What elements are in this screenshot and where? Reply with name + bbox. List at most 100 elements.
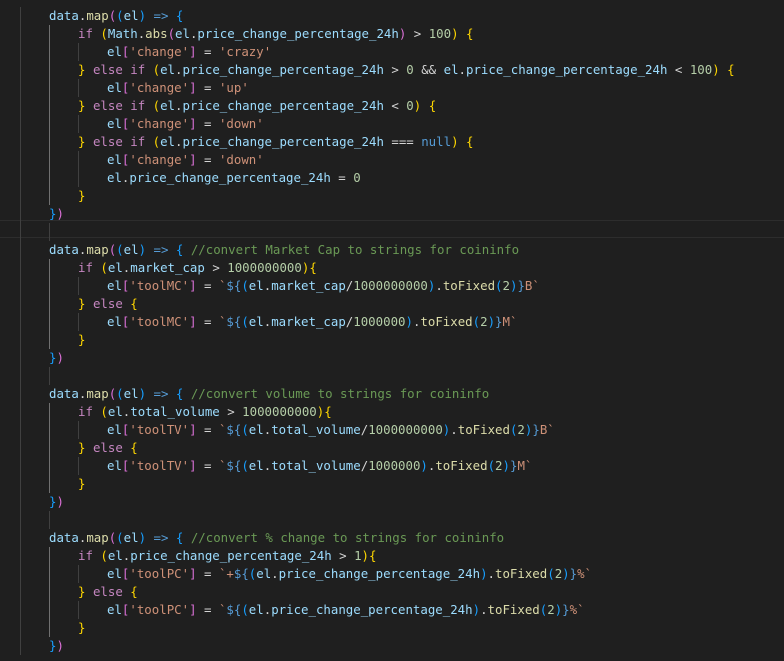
code-line[interactable]: el.price_change_percentage_24h = 0 [0, 169, 784, 187]
code-token: . [458, 62, 466, 77]
code-line[interactable]: if (el.total_volume > 1000000000){ [0, 403, 784, 421]
code-token: 2 [547, 602, 555, 617]
code-line[interactable]: el['change'] = 'down' [0, 115, 784, 133]
code-token: data [49, 386, 79, 401]
code-token: ] [189, 44, 197, 59]
code-token: < [667, 62, 690, 77]
code-line[interactable]: data.map((el) => { //convert Market Cap … [0, 241, 784, 259]
code-text: if (Math.abs(el.price_change_percentage_… [78, 25, 474, 43]
code-line[interactable]: } [0, 475, 784, 493]
code-token: ] [189, 458, 197, 473]
code-token: = [330, 170, 354, 185]
code-token: 'crazy' [218, 44, 272, 59]
code-line[interactable]: } [0, 619, 784, 637]
code-line[interactable] [0, 367, 784, 385]
code-text: el['change'] = 'down' [107, 115, 264, 133]
code-editor[interactable]: data.map((el) => {if (Math.abs(el.price_… [0, 0, 784, 661]
code-token: ( [241, 422, 249, 437]
indent-guide [49, 295, 50, 313]
code-line[interactable]: el['change'] = 'down' [0, 151, 784, 169]
code-token: ( [241, 278, 249, 293]
code-token: price_change_percentage_24h [182, 62, 384, 77]
code-token: B` [524, 278, 540, 293]
code-line[interactable]: el['change'] = 'crazy' [0, 43, 784, 61]
indent-guide [78, 457, 79, 475]
code-token: = [196, 566, 219, 581]
code-line[interactable]: if (el.market_cap > 1000000000){ [0, 259, 784, 277]
code-token: el [107, 170, 122, 185]
code-lines[interactable]: data.map((el) => {if (Math.abs(el.price_… [0, 7, 784, 655]
code-text: } else { [78, 295, 138, 313]
code-line[interactable]: data.map((el) => { //convert % change to… [0, 529, 784, 547]
code-line[interactable]: el['toolTV'] = `${(el.total_volume/10000… [0, 457, 784, 475]
code-line[interactable]: } else if (el.price_change_percentage_24… [0, 97, 784, 115]
code-token: ( [152, 134, 161, 149]
code-token: ) [138, 242, 147, 257]
indent-guide [49, 25, 50, 43]
indent-guide [49, 313, 50, 331]
code-token: ${ [233, 566, 249, 581]
code-token: 'toolMC' [129, 278, 190, 293]
code-token: 2 [502, 278, 510, 293]
code-line[interactable]: if (Math.abs(el.price_change_percentage_… [0, 25, 784, 43]
indent-guide [20, 493, 21, 511]
code-line[interactable]: data.map((el) => { [0, 7, 784, 25]
indent-guide [20, 313, 21, 331]
code-line[interactable]: } [0, 331, 784, 349]
code-line[interactable]: el['toolPC'] = `${(el.price_change_perce… [0, 601, 784, 619]
indent-guide [20, 7, 21, 25]
code-token: . [487, 566, 495, 581]
code-line[interactable]: } [0, 187, 784, 205]
code-token: => [153, 8, 169, 23]
code-token: = [196, 44, 219, 59]
code-line[interactable]: } else { [0, 439, 784, 457]
code-token: === [383, 134, 422, 149]
code-line[interactable]: } else { [0, 295, 784, 313]
indent-guide [49, 475, 50, 493]
code-line[interactable]: data.map((el) => { //convert volume to s… [0, 385, 784, 403]
indent-guide [49, 115, 50, 133]
code-text: }) [49, 349, 64, 367]
code-line[interactable]: } else if (el.price_change_percentage_24… [0, 61, 784, 79]
indent-guide [78, 79, 79, 97]
code-line[interactable] [0, 223, 784, 241]
code-token: = [196, 314, 219, 329]
code-line[interactable]: }) [0, 205, 784, 223]
code-token: toFixed [420, 314, 473, 329]
code-text: } else { [78, 583, 138, 601]
code-line[interactable]: }) [0, 637, 784, 655]
code-token: 1000000000 [353, 278, 428, 293]
indent-guide [20, 205, 21, 223]
code-token: ] [189, 314, 197, 329]
code-line[interactable]: } else { [0, 583, 784, 601]
code-line[interactable]: el['toolMC'] = `${(el.market_cap/1000000… [0, 313, 784, 331]
indent-guide [49, 223, 50, 241]
code-text: }) [49, 205, 64, 223]
code-line[interactable]: if (el.price_change_percentage_24h > 1){ [0, 547, 784, 565]
code-token: = [196, 458, 219, 473]
code-token: => [153, 242, 169, 257]
code-line[interactable]: el['toolPC'] = `+${(el.price_change_perc… [0, 565, 784, 583]
code-text: el.price_change_percentage_24h = 0 [107, 169, 361, 187]
code-token: 0 [406, 98, 414, 113]
code-token: ) [480, 566, 488, 581]
code-line[interactable]: }) [0, 493, 784, 511]
code-line[interactable]: el['toolMC'] = `${(el.market_cap/1000000… [0, 277, 784, 295]
code-line[interactable] [0, 511, 784, 529]
code-token: el [248, 278, 264, 293]
code-token: M` [502, 314, 518, 329]
code-line[interactable]: el['change'] = 'up' [0, 79, 784, 97]
code-token: ( [241, 314, 249, 329]
code-line[interactable]: } else if (el.price_change_percentage_24… [0, 133, 784, 151]
code-token: el [160, 98, 176, 113]
code-token: ( [472, 314, 481, 329]
indent-guide [20, 115, 21, 133]
code-token: . [450, 422, 458, 437]
code-line[interactable]: }) [0, 349, 784, 367]
code-token: 'toolTV' [129, 458, 190, 473]
code-line[interactable]: el['toolTV'] = `${(el.total_volume/10000… [0, 421, 784, 439]
